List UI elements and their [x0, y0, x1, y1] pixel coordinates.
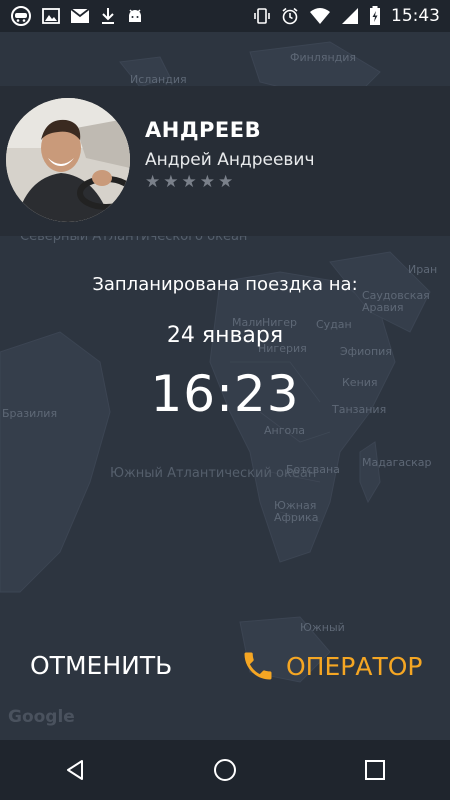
driver-full-name: Андрей Андреевич — [145, 150, 315, 170]
driver-rating: ★ ★ ★ ★ ★ — [145, 174, 233, 191]
map-label-botswana: Ботсвана — [286, 463, 340, 476]
map-label-iceland: Исландия — [130, 73, 187, 86]
map-label-southern: Южный — [300, 621, 345, 634]
vibrate-icon — [253, 7, 271, 25]
phone-icon — [240, 648, 276, 684]
navigation-bar — [0, 740, 450, 800]
android-robot-icon — [126, 7, 144, 25]
back-icon — [67, 760, 83, 780]
home-icon — [214, 759, 236, 781]
star-icon: ★ — [218, 172, 234, 192]
back-button[interactable] — [50, 745, 100, 795]
map-label-angola: Ангола — [264, 424, 305, 437]
trip-time: 16:23 — [150, 365, 300, 423]
map-label-south-atlantic: Южный Атлантический океан — [110, 466, 317, 481]
battery-charging-icon — [369, 6, 381, 26]
operator-label: ОПЕРАТОР — [286, 651, 423, 681]
notification-icons — [10, 5, 144, 27]
image-icon — [42, 7, 60, 25]
star-icon: ★ — [199, 172, 215, 192]
planned-trip-label: Запланирована поездка на: — [92, 274, 358, 295]
driver-avatar — [6, 98, 130, 222]
wifi-icon — [309, 7, 331, 25]
signal-icon — [341, 7, 359, 25]
map-label-finland: Финляндия — [290, 51, 357, 64]
home-button[interactable] — [200, 745, 250, 795]
recents-button[interactable] — [350, 745, 400, 795]
status-bar: 15:43 — [0, 0, 450, 32]
trip-date: 24 января — [166, 323, 284, 348]
star-icon: ★ — [145, 172, 161, 192]
system-icons: 15:43 — [253, 6, 440, 26]
map-label-south-africa: Южная Африка — [274, 499, 319, 525]
alarm-icon — [281, 7, 299, 25]
mail-icon — [70, 8, 90, 24]
driver-surname: АНДРЕЕВ — [145, 118, 262, 142]
download-icon — [100, 7, 116, 25]
google-attribution: Google — [8, 707, 75, 727]
map-label-madagascar: Мадагаскар — [362, 456, 432, 469]
call-operator-button[interactable]: ОПЕРАТОР — [240, 648, 422, 684]
recents-icon — [365, 760, 385, 780]
star-icon: ★ — [181, 172, 197, 192]
android-head-icon — [10, 5, 32, 27]
clock: 15:43 — [391, 6, 440, 26]
star-icon: ★ — [163, 172, 179, 192]
cancel-button[interactable]: ОТМЕНИТЬ — [30, 651, 172, 680]
